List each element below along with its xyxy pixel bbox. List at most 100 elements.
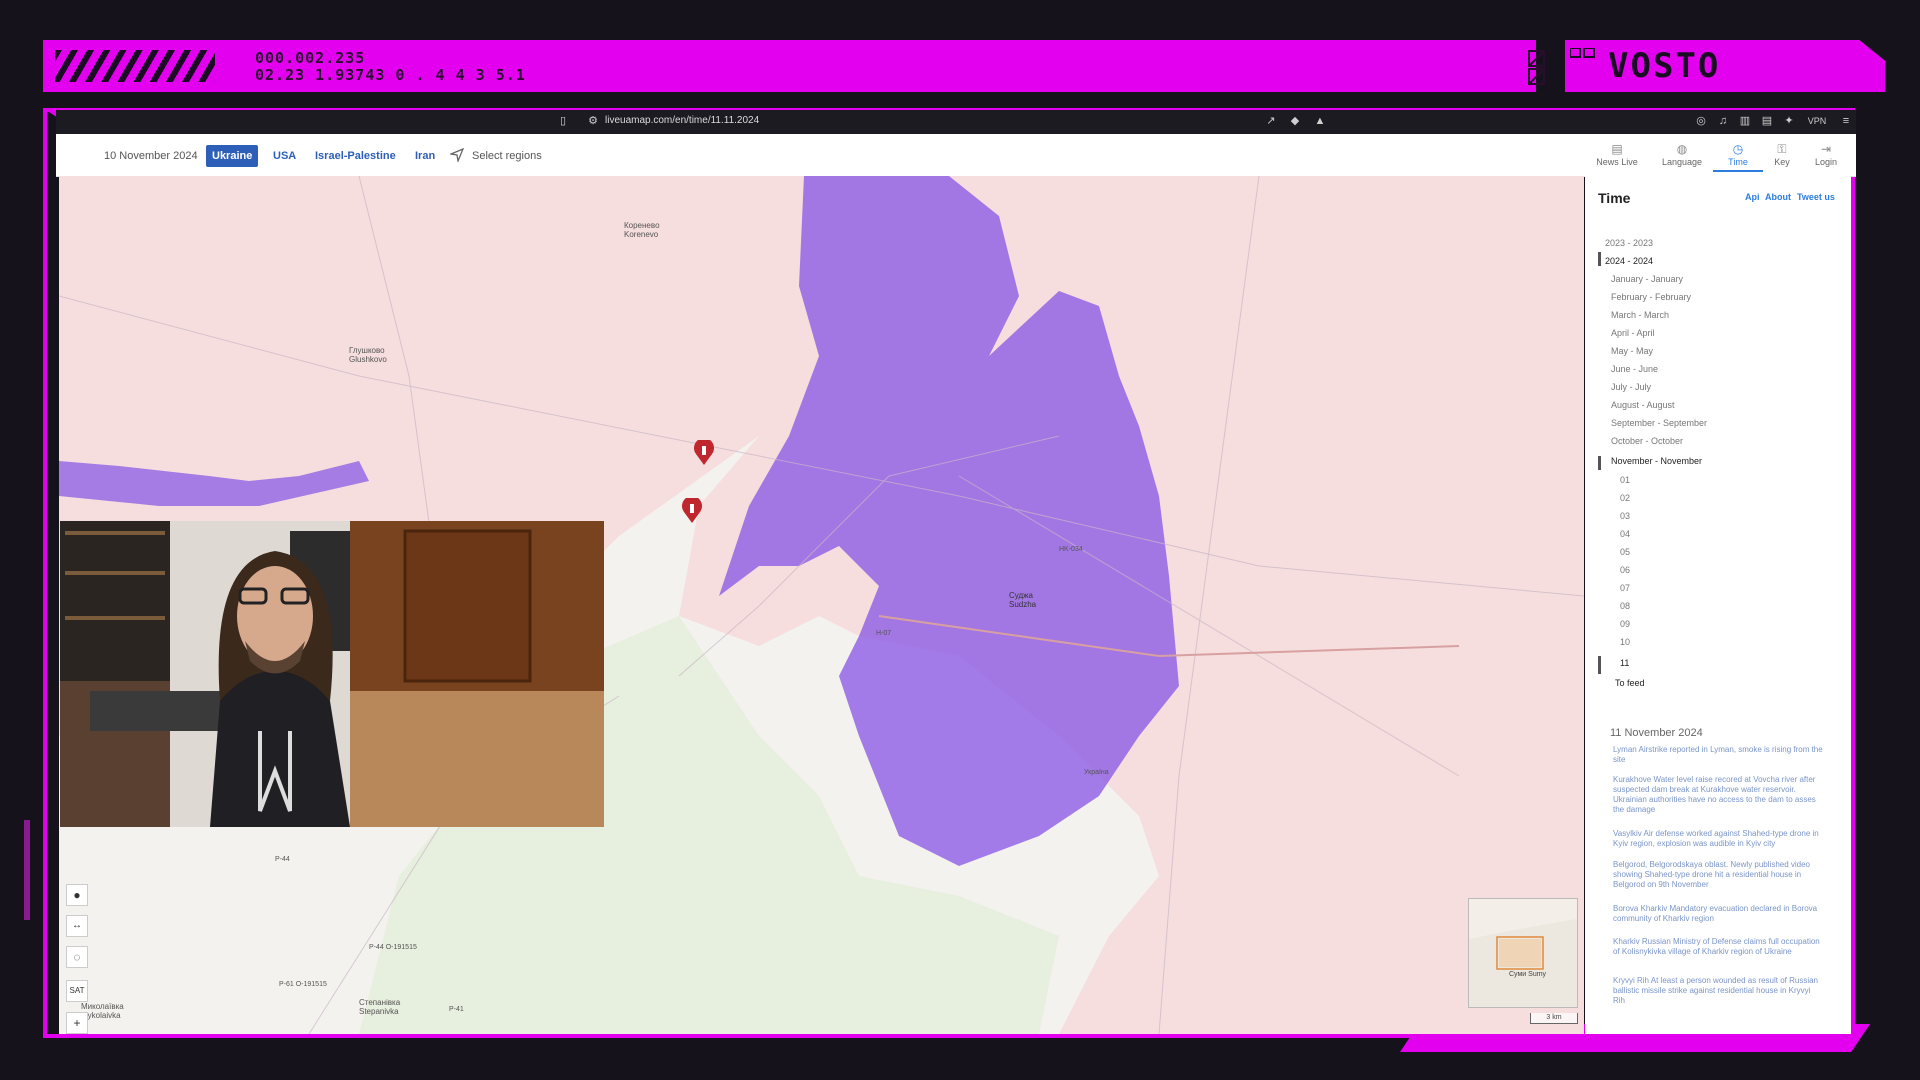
map-label-ukraine: Україна	[1084, 769, 1109, 776]
map-label-hk034: HK-034	[1059, 546, 1083, 553]
music-icon[interactable]: ♫	[1715, 113, 1731, 129]
map-label-road-p41: Р-41	[449, 1006, 464, 1013]
map-label-korenevo: Кореневo Korenevo	[624, 221, 660, 239]
map-label-sudzha: Суджа Sudzha	[1009, 591, 1037, 609]
timeline-day[interactable]: 11	[1620, 658, 1629, 668]
timeline-month[interactable]: September - September	[1611, 418, 1707, 428]
timeline-month[interactable]: October - October	[1611, 436, 1683, 446]
nav-time[interactable]: ◷ Time	[1713, 142, 1763, 172]
timeline-month[interactable]: August - August	[1611, 400, 1675, 410]
rewards-icon[interactable]: ▲	[1312, 113, 1328, 129]
timeline-day[interactable]: 02	[1620, 493, 1630, 503]
minimap-canvas	[1469, 919, 1577, 1007]
news-item[interactable]: Belgorod, Belgorodskaya oblast. Newly pu…	[1613, 860, 1823, 890]
bookmark-icon[interactable]: ▯	[555, 113, 571, 129]
map-scale: 3 km	[1530, 1013, 1578, 1024]
nav-language-label: Language	[1661, 157, 1703, 167]
timeline-day[interactable]: 07	[1620, 583, 1630, 593]
timeline-day[interactable]: 05	[1620, 547, 1630, 557]
timeline-day[interactable]: 01	[1620, 475, 1630, 485]
layers-toggle-button[interactable]: ◌	[66, 946, 88, 968]
site-info-icon[interactable]: ⚙	[585, 113, 601, 129]
hud-corner-icon	[1528, 50, 1545, 85]
timeline-month[interactable]: November - November	[1611, 456, 1702, 466]
timeline-month[interactable]: January - January	[1611, 274, 1683, 284]
timeline-year-marker	[1598, 252, 1601, 266]
timeline-year[interactable]: 2024 - 2024	[1605, 256, 1653, 266]
map-label-road-p61: Р-61 О-191515	[279, 981, 327, 988]
hud-stripe-decoration	[55, 50, 215, 82]
nav-news-live[interactable]: ▤ News Live	[1592, 142, 1642, 167]
select-regions-icon[interactable]	[450, 148, 464, 162]
tab-usa[interactable]: USA	[273, 145, 296, 167]
news-item[interactable]: Kurakhove Water level raise recored at V…	[1613, 775, 1823, 815]
news-item[interactable]: Kharkiv Russian Ministry of Defense clai…	[1613, 937, 1823, 957]
nav-key[interactable]: ⚿ Key	[1757, 142, 1807, 167]
nav-time-label: Time	[1728, 157, 1748, 167]
locate-button[interactable]: ●	[66, 884, 88, 906]
zoom-in-button[interactable]: +	[66, 1012, 88, 1034]
timeline-day[interactable]: 10	[1620, 637, 1630, 647]
wallet-icon[interactable]: ▤	[1759, 113, 1775, 129]
measure-button[interactable]: ↔	[66, 915, 88, 937]
browser-toolbar	[56, 110, 1856, 134]
key-icon: ⚿	[1777, 142, 1787, 156]
news-item[interactable]: Borova Kharkiv Mandatory evacuation decl…	[1613, 904, 1823, 924]
satellite-button[interactable]: SAT	[66, 980, 88, 1002]
nav-key-label: Key	[1774, 157, 1790, 167]
nav-login[interactable]: ⇥ Login	[1801, 142, 1851, 167]
tweet-us-link[interactable]: Tweet us	[1797, 192, 1835, 202]
nav-login-label: Login	[1814, 157, 1838, 167]
address-bar[interactable]: liveuamap.com/en/time/11.11.2024	[605, 115, 759, 126]
timeline-day[interactable]: 03	[1620, 511, 1630, 521]
api-link[interactable]: Api	[1745, 192, 1760, 202]
news-item[interactable]: Lyman Airstrike reported in Lyman, smoke…	[1613, 745, 1823, 765]
tab-ukraine[interactable]: Ukraine	[206, 145, 259, 167]
about-link[interactable]: About	[1765, 192, 1791, 202]
brave-shield-icon[interactable]: ◆	[1287, 113, 1303, 129]
minimap[interactable]: Суми Sumy	[1468, 898, 1578, 1008]
minimap-label-sumy: Суми Sumy	[1509, 971, 1547, 978]
hud-readout-line1: 000.002.235	[255, 49, 366, 67]
leo-icon[interactable]: ✦	[1781, 113, 1797, 129]
timeline-month[interactable]: July - July	[1611, 382, 1651, 392]
nav-date: 10 November 2024	[104, 150, 198, 162]
news-item[interactable]: Vasylkiv Air defense worked against Shah…	[1613, 829, 1823, 849]
timeline-month[interactable]: June - June	[1611, 364, 1658, 374]
nav-language[interactable]: ◍ Language	[1657, 142, 1707, 167]
timeline-day[interactable]: 04	[1620, 529, 1630, 539]
hud-readout-line2: 02.23 1.93743 0 . 4 4 3 5.1	[255, 66, 526, 84]
timeline-month[interactable]: April - April	[1611, 328, 1655, 338]
sidebar-title: Time	[1598, 190, 1631, 206]
timeline-year[interactable]: 2023 - 2023	[1605, 238, 1653, 248]
timeline-month[interactable]: February - February	[1611, 292, 1691, 302]
timeline-month[interactable]: March - March	[1611, 310, 1669, 320]
timeline-day[interactable]: 08	[1620, 601, 1630, 611]
map-label-road-h07: Н-07	[876, 630, 892, 637]
clock-icon: ◷	[1732, 142, 1744, 156]
timeline-month[interactable]: May - May	[1611, 346, 1653, 356]
hud-squares-icon	[1570, 48, 1595, 58]
nav-news-live-label: News Live	[1596, 157, 1638, 167]
to-feed-link[interactable]: To feed	[1615, 678, 1645, 688]
login-icon: ⇥	[1820, 142, 1832, 156]
tab-israel-palestine[interactable]: Israel-Palestine	[315, 145, 396, 167]
tab-iran[interactable]: Iran	[415, 145, 435, 167]
timeline-day[interactable]: 09	[1620, 619, 1630, 629]
extensions-icon[interactable]: ◎	[1693, 113, 1709, 129]
hud-readout: 000.002.235 02.23 1.93743 0 . 4 4 3 5.1	[255, 50, 526, 84]
select-regions-link[interactable]: Select regions	[472, 150, 542, 162]
timeline-day[interactable]: 06	[1620, 565, 1630, 575]
news-item[interactable]: Kryvyi Rih At least a person wounded as …	[1613, 976, 1823, 1006]
news-icon: ▤	[1611, 142, 1623, 156]
event-marker-icon[interactable]	[681, 498, 703, 524]
share-icon[interactable]: ↗	[1263, 113, 1279, 129]
menu-icon[interactable]: ≡	[1838, 113, 1854, 129]
hud-left-glow	[24, 820, 30, 920]
event-marker-icon[interactable]	[693, 440, 715, 466]
map-label-road-p44: Р-44	[275, 856, 290, 863]
vpn-button[interactable]: VPN	[1803, 113, 1831, 129]
sidebar-toggle-icon[interactable]: ▥	[1737, 113, 1753, 129]
map-label-glushkovo: Глушково Glushkovo	[349, 346, 387, 364]
news-date-heading: 11 November 2024	[1610, 727, 1703, 739]
